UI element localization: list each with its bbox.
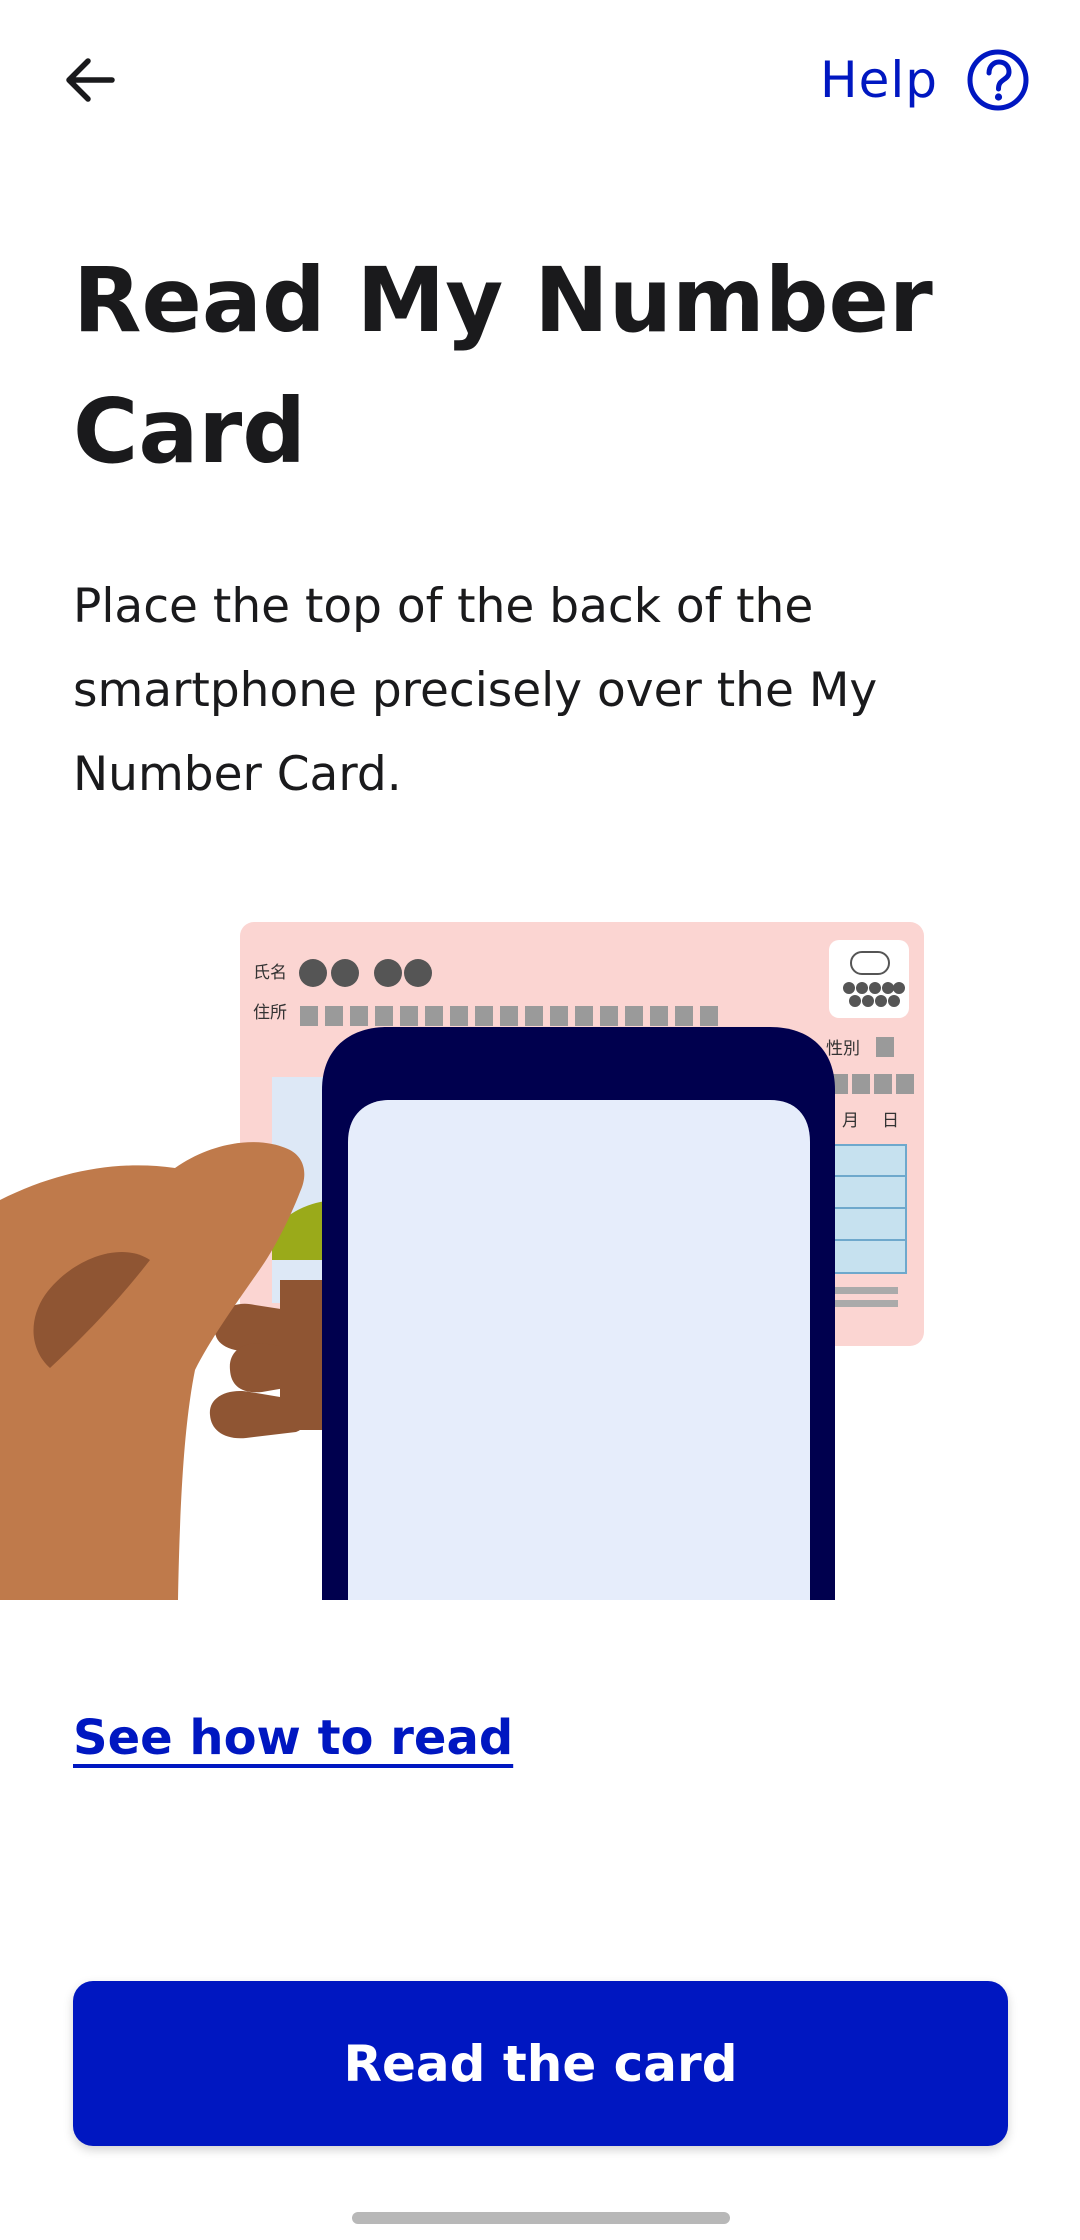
help-button[interactable]: Help [820,40,1030,120]
card-name-label: 氏名 [253,963,287,983]
card-day-label: 日 [882,1111,899,1131]
card-reading-illustration: 氏名 住所 性別 月 日 [0,900,1080,1600]
top-bar: Help [0,0,1080,160]
card-sex-label: 性別 [826,1039,860,1059]
see-how-to-read-link[interactable]: See how to read [73,1710,513,1766]
home-indicator[interactable] [352,2212,730,2224]
instruction-text: Place the top of the back of the smartph… [73,579,878,802]
smartphone-graphic [322,1027,835,1600]
arrow-left-icon [66,58,115,102]
question-circle-icon [967,49,1029,111]
read-card-button-label: Read the card [343,2034,738,2093]
help-label: Help [820,51,938,109]
card-month-label: 月 [842,1111,859,1131]
illustration-svg: 氏名 住所 性別 月 日 [0,922,924,1600]
back-button[interactable] [50,40,130,120]
read-card-button[interactable]: Read the card [73,1981,1008,2146]
card-address-label: 住所 [253,1003,287,1023]
page-title: Read My Number Card [73,248,933,483]
